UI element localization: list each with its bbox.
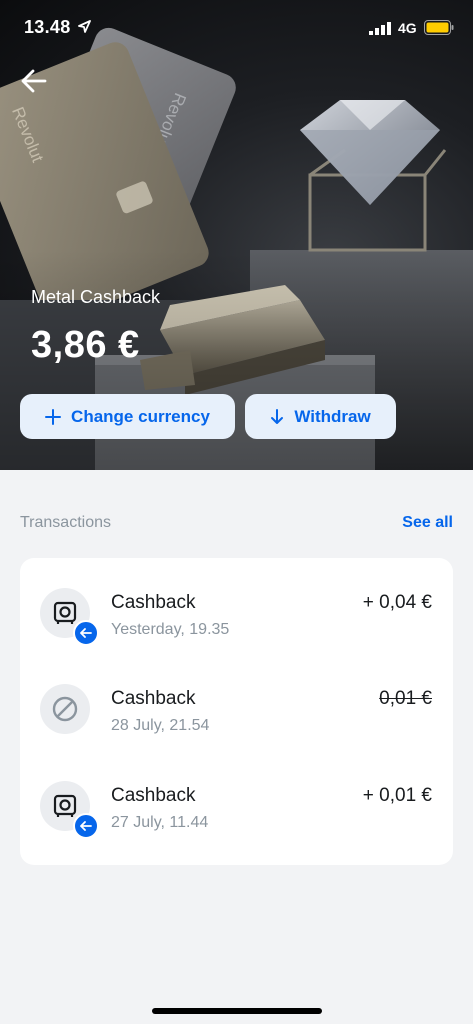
change-currency-button[interactable]: Change currency — [20, 394, 235, 439]
safe-icon — [53, 794, 77, 817]
location-arrow-icon — [78, 20, 91, 33]
transaction-date: 27 July, 11.44 — [111, 814, 209, 831]
transaction-row[interactable]: Cashback 27 July, 11.44 + 0,01 € — [20, 751, 453, 847]
transaction-amount: + 0,04 € — [362, 592, 432, 613]
balance-label: Metal Cashback — [31, 287, 161, 307]
see-all-link[interactable]: See all — [402, 514, 453, 532]
cellular-signal-icon — [369, 22, 391, 35]
transaction-amount: + 0,01 € — [362, 785, 432, 806]
transaction-amount: 0,01 € — [379, 688, 432, 709]
arrow-left-icon — [21, 69, 47, 93]
change-currency-label: Change currency — [71, 406, 210, 426]
battery-icon — [424, 20, 454, 35]
back-button[interactable] — [20, 68, 48, 94]
transaction-avatar — [40, 684, 90, 734]
plus-icon — [45, 408, 62, 425]
transactions-list: Cashback Yesterday, 19.35 + 0,04 € Cashb… — [20, 558, 453, 865]
home-indicator — [152, 1008, 322, 1014]
safe-icon — [53, 601, 77, 624]
balance-amount: 3,86 € — [31, 324, 140, 366]
network-type: 4G — [398, 20, 417, 36]
arrow-left-icon — [80, 821, 92, 831]
status-bar: 13.48 4G — [0, 0, 473, 56]
hero-banner: Revolut Revolut 13.48 4G Metal Cashback … — [0, 0, 473, 470]
transaction-date: 28 July, 21.54 — [111, 717, 210, 734]
transactions-header: Transactions See all — [20, 514, 453, 536]
transaction-name: Cashback — [111, 688, 196, 709]
incoming-badge — [73, 813, 99, 839]
declined-icon — [52, 696, 78, 722]
arrow-down-icon — [270, 408, 284, 425]
transaction-name: Cashback — [111, 592, 196, 613]
transaction-row[interactable]: Cashback Yesterday, 19.35 + 0,04 € — [20, 558, 453, 654]
transaction-name: Cashback — [111, 785, 196, 806]
transaction-date: Yesterday, 19.35 — [111, 621, 230, 638]
status-time: 13.48 — [24, 17, 71, 37]
withdraw-button[interactable]: Withdraw — [245, 394, 396, 439]
incoming-badge — [73, 620, 99, 646]
arrow-left-icon — [80, 628, 92, 638]
withdraw-label: Withdraw — [294, 406, 371, 426]
transaction-row[interactable]: Cashback 28 July, 21.54 0,01 € — [20, 654, 453, 750]
transactions-title: Transactions — [20, 514, 111, 531]
